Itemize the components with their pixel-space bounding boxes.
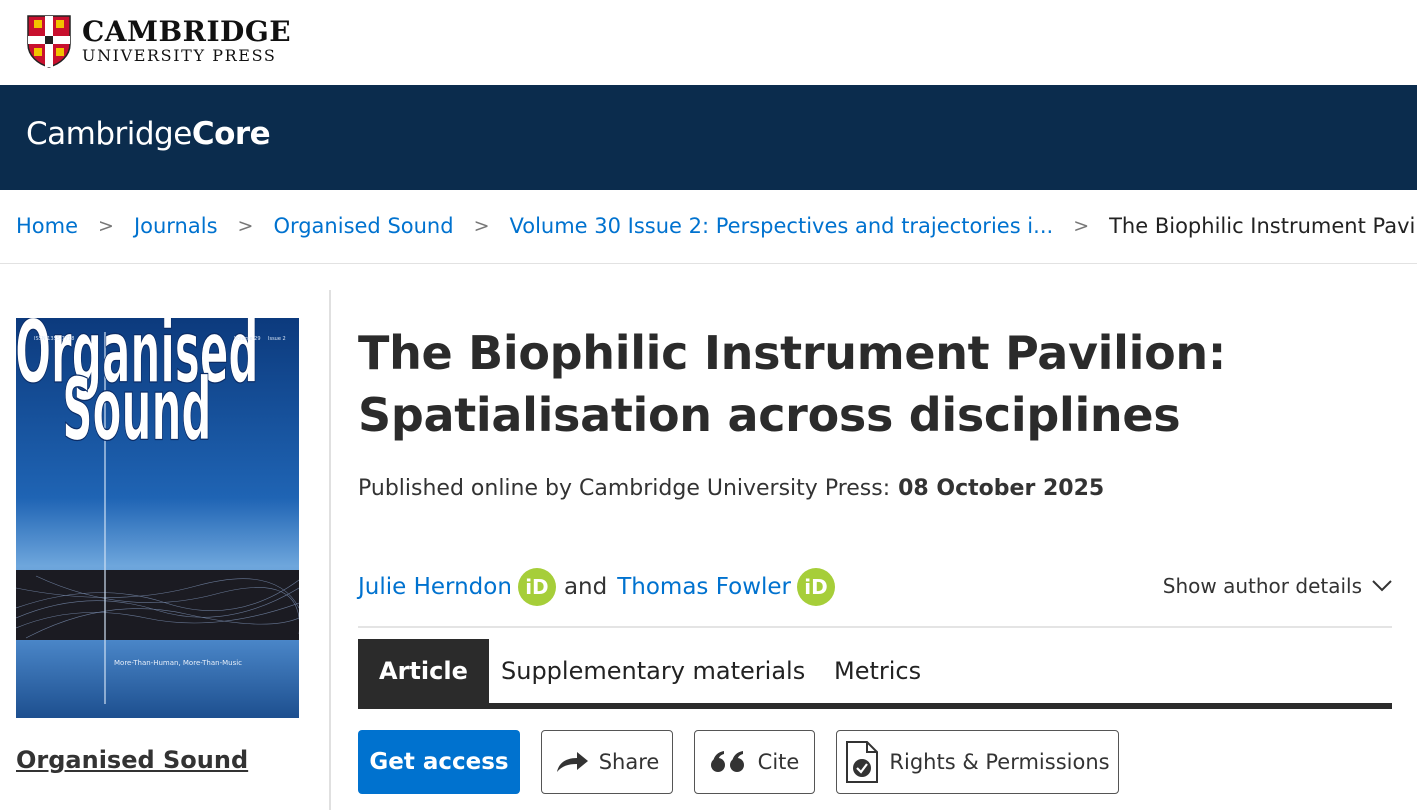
cambridge-core-logo[interactable]: CambridgeCore [26, 116, 271, 152]
tab-article[interactable]: Article [358, 639, 489, 703]
cover-title-line2: Sound [62, 361, 211, 461]
column-divider [329, 290, 331, 810]
breadcrumb-separator: > [237, 215, 254, 237]
cambridge-university-press-logo[interactable]: CAMBRIDGE UNIVERSITY PRESS [26, 14, 291, 68]
article-tabs: Article Supplementary materials Metrics [358, 639, 1392, 709]
cover-issn: ISSN 1355-7718 [34, 336, 74, 342]
orcid-icon[interactable]: iD [797, 568, 835, 606]
chevron-down-icon [1372, 580, 1392, 592]
breadcrumb-issue[interactable]: Volume 30 Issue 2: Perspectives and traj… [510, 214, 1054, 238]
publisher-name-line1: CAMBRIDGE [82, 15, 292, 48]
publisher-name-line2: UNIVERSITY PRESS [82, 46, 277, 65]
publication-info: Published online by Cambridge University… [358, 476, 1104, 501]
author-details-label: Show author details [1162, 574, 1362, 598]
journal-cover-art: Organised Sound ISSN 1355-7718 Volume 29… [16, 318, 299, 718]
share-button[interactable]: Share [541, 730, 673, 794]
author-link-1[interactable]: Julie Herndon [358, 574, 512, 600]
breadcrumb-current: The Biophilic Instrument Pavilion: Spa [1109, 214, 1417, 238]
orcid-icon[interactable]: iD [517, 568, 556, 606]
article-title-line1: The Biophilic Instrument Pavilion: [358, 326, 1226, 380]
author-link-2[interactable]: Thomas Fowler [617, 574, 791, 600]
journal-cover-image[interactable]: Organised Sound ISSN 1355-7718 Volume 29… [16, 318, 299, 718]
cover-issue: Issue 2 [268, 336, 286, 342]
cover-subtitle: More-Than-Human, More-Than-Music [114, 659, 242, 667]
breadcrumb: Home > Journals > Organised Sound > Volu… [0, 190, 1417, 264]
author-list: Julie Herndon iD and Thomas Fowler iD [358, 568, 835, 606]
rights-label: Rights & Permissions [889, 750, 1110, 774]
cambridge-shield-icon [27, 15, 71, 68]
published-label: Published online by Cambridge University… [358, 476, 891, 501]
published-date: 08 October 2025 [898, 476, 1105, 501]
article-title-line2: Spatialisation across disciplines [358, 388, 1181, 442]
journal-name-link[interactable]: Organised Sound [16, 746, 248, 774]
cite-label: Cite [757, 750, 800, 774]
get-access-button[interactable]: Get access [358, 730, 520, 794]
divider [358, 626, 1392, 628]
breadcrumb-separator: > [1073, 215, 1090, 237]
site-header: CambridgeCore [0, 85, 1417, 190]
tab-supplementary-materials[interactable]: Supplementary materials [480, 639, 826, 703]
cite-button[interactable]: Cite [694, 730, 815, 794]
rights-permissions-button[interactable]: Rights & Permissions [836, 730, 1119, 794]
core-brand-bold: Core [191, 116, 271, 152]
tab-metrics[interactable]: Metrics [813, 639, 942, 703]
share-label: Share [598, 750, 660, 774]
breadcrumb-journals[interactable]: Journals [134, 214, 218, 238]
tabs-underline [358, 703, 1392, 709]
show-author-details-toggle[interactable]: Show author details [1163, 574, 1392, 598]
breadcrumb-home[interactable]: Home [16, 214, 78, 238]
breadcrumb-separator: > [98, 215, 114, 237]
breadcrumb-separator: > [473, 215, 490, 237]
share-arrow-icon [556, 752, 588, 772]
article-title: The Biophilic Instrument Pavilion: Spati… [358, 322, 1358, 446]
quote-icon [710, 751, 744, 772]
publisher-bar: CAMBRIDGE UNIVERSITY PRESS [0, 0, 1417, 85]
breadcrumb-journal[interactable]: Organised Sound [273, 214, 453, 238]
author-conjunction: and [563, 574, 608, 600]
cover-volume: Volume 29 [234, 336, 261, 342]
core-brand-light: Cambridge [26, 116, 192, 152]
document-check-icon [846, 741, 879, 783]
